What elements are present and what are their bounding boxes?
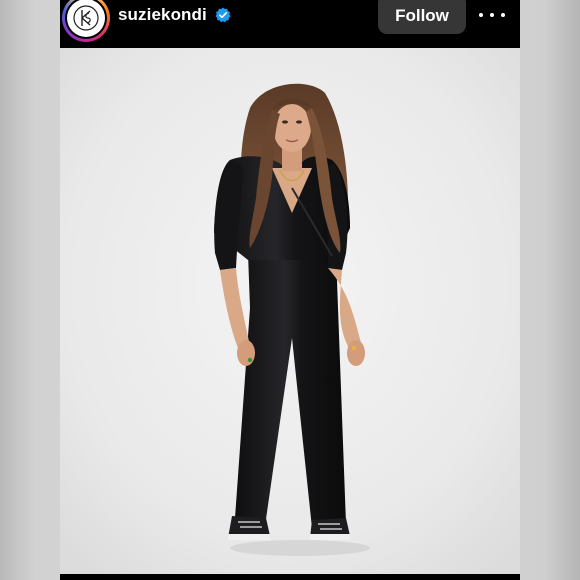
brand-logo-icon — [67, 0, 105, 37]
model-photo-illustration — [60, 48, 520, 574]
bottom-edge — [60, 574, 520, 580]
verified-badge-icon — [215, 7, 231, 23]
sk-logo-icon — [73, 5, 99, 31]
instagram-post: suziekondi Follow — [60, 0, 520, 580]
more-dot — [479, 13, 483, 17]
avatar-ring-gap — [65, 0, 107, 39]
post-photo[interactable] — [60, 48, 520, 574]
follow-button[interactable]: Follow — [378, 0, 466, 34]
more-dot — [490, 13, 494, 17]
username-link[interactable]: suziekondi — [118, 5, 207, 25]
post-header: suziekondi Follow — [60, 0, 520, 48]
more-options-icon[interactable] — [479, 8, 505, 22]
more-dot — [501, 13, 505, 17]
profile-avatar[interactable] — [62, 0, 110, 42]
